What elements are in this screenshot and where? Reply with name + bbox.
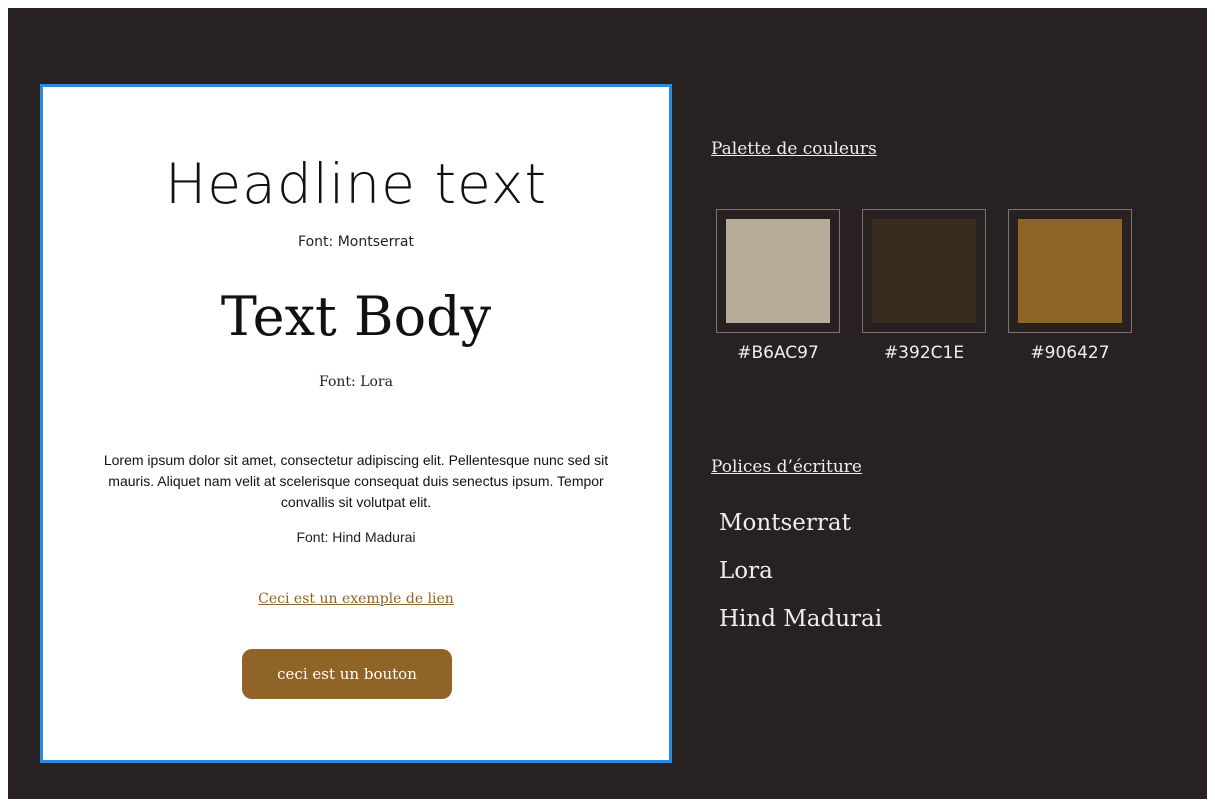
sample-button[interactable]: ceci est un bouton: [242, 649, 452, 699]
body-font-label: Font: Lora: [319, 374, 393, 390]
paragraph-font-label: Font: Hind Madurai: [296, 529, 416, 545]
swatch-3: [1008, 209, 1132, 333]
font-item-montserrat: Montserrat: [719, 510, 851, 536]
palette-title: Palette de couleurs: [711, 139, 877, 159]
swatch-1-code: #B6AC97: [737, 343, 819, 363]
swatch-2: [862, 209, 986, 333]
headline-sample: Headline text: [164, 152, 548, 216]
sample-link[interactable]: Ceci est un exemple de lien: [43, 591, 669, 607]
swatch-3-color: [1018, 219, 1122, 323]
paragraph-sample: Lorem ipsum dolor sit amet, consectetur …: [103, 452, 609, 510]
font-item-hind-madurai: Hind Madurai: [719, 606, 883, 632]
swatch-2-color: [872, 219, 976, 323]
swatch-1-color: [726, 219, 830, 323]
swatch-1: [716, 209, 840, 333]
font-item-lora: Lora: [719, 558, 773, 584]
swatch-2-code: #392C1E: [883, 343, 965, 363]
body-title-sample: Text Body: [220, 285, 492, 348]
typography-preview-card: Headline text Font: Montserrat Text Body…: [40, 84, 672, 763]
headline-font-label: Font: Montserrat: [298, 234, 414, 250]
swatch-3-code: #906427: [1030, 343, 1110, 363]
fonts-title: Polices d’écriture: [711, 457, 862, 477]
